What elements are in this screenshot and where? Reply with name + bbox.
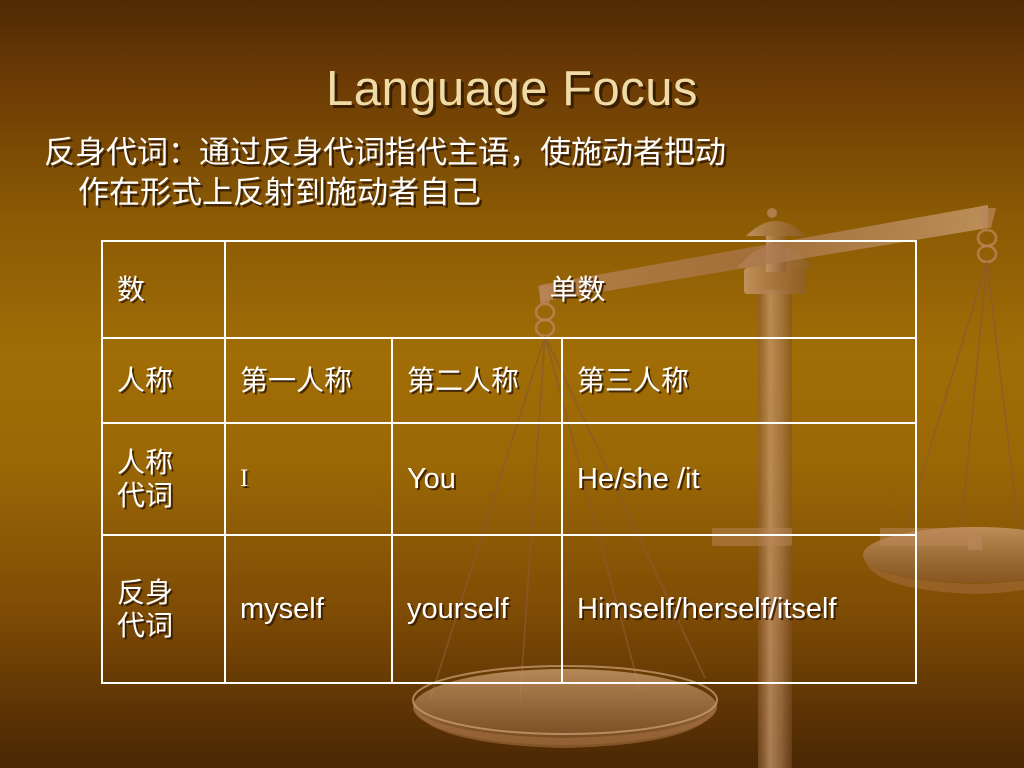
cell-reflexive-third: Himself/herself/itself: [560, 534, 918, 684]
cell-reflexive-first: myself: [224, 534, 393, 684]
table-row: 人称 第一人称 第二人称 第三人称: [101, 337, 918, 424]
table-row: 人称 代词 I You He/she /it: [101, 422, 918, 536]
cell-second-person: 第二人称: [391, 337, 563, 424]
cell-personal-second: You: [391, 422, 563, 536]
subtitle-line-1: 反身代词：通过反身代词指代主语，使施动者把动: [44, 135, 726, 170]
cell-personal-first: I: [224, 422, 393, 536]
table-row: 数 单数: [101, 240, 918, 339]
row-label-personal-pronoun: 人称 代词: [101, 422, 226, 536]
table-row: 反身 代词 myself yourself Himself/herself/it…: [101, 534, 918, 684]
row-label-person: 人称: [101, 337, 226, 424]
cell-personal-third: He/she /it: [560, 422, 918, 536]
pronoun-table: 数 单数 人称 第一人称 第二人称 第三人称 人称 代词 I You He/sh…: [101, 240, 918, 684]
slide: Language Focus 反身代词：通过反身代词指代主语，使施动者把动 作在…: [0, 0, 1024, 768]
subtitle-line-2: 作在形式上反射到施动者自己: [78, 174, 481, 210]
row-label-reflexive-pronoun: 反身 代词: [101, 534, 226, 684]
cell-third-person: 第三人称: [560, 337, 918, 424]
row-label-number: 数: [101, 240, 226, 339]
subtitle: 反身代词：通过反身代词指代主语，使施动者把动 作在形式上反射到施动者自己: [44, 133, 944, 212]
cell-reflexive-second: yourself: [391, 534, 563, 684]
cell-singular-heading: 单数: [223, 240, 918, 339]
page-title: Language Focus: [325, 62, 699, 116]
cell-first-person: 第一人称: [224, 337, 393, 424]
